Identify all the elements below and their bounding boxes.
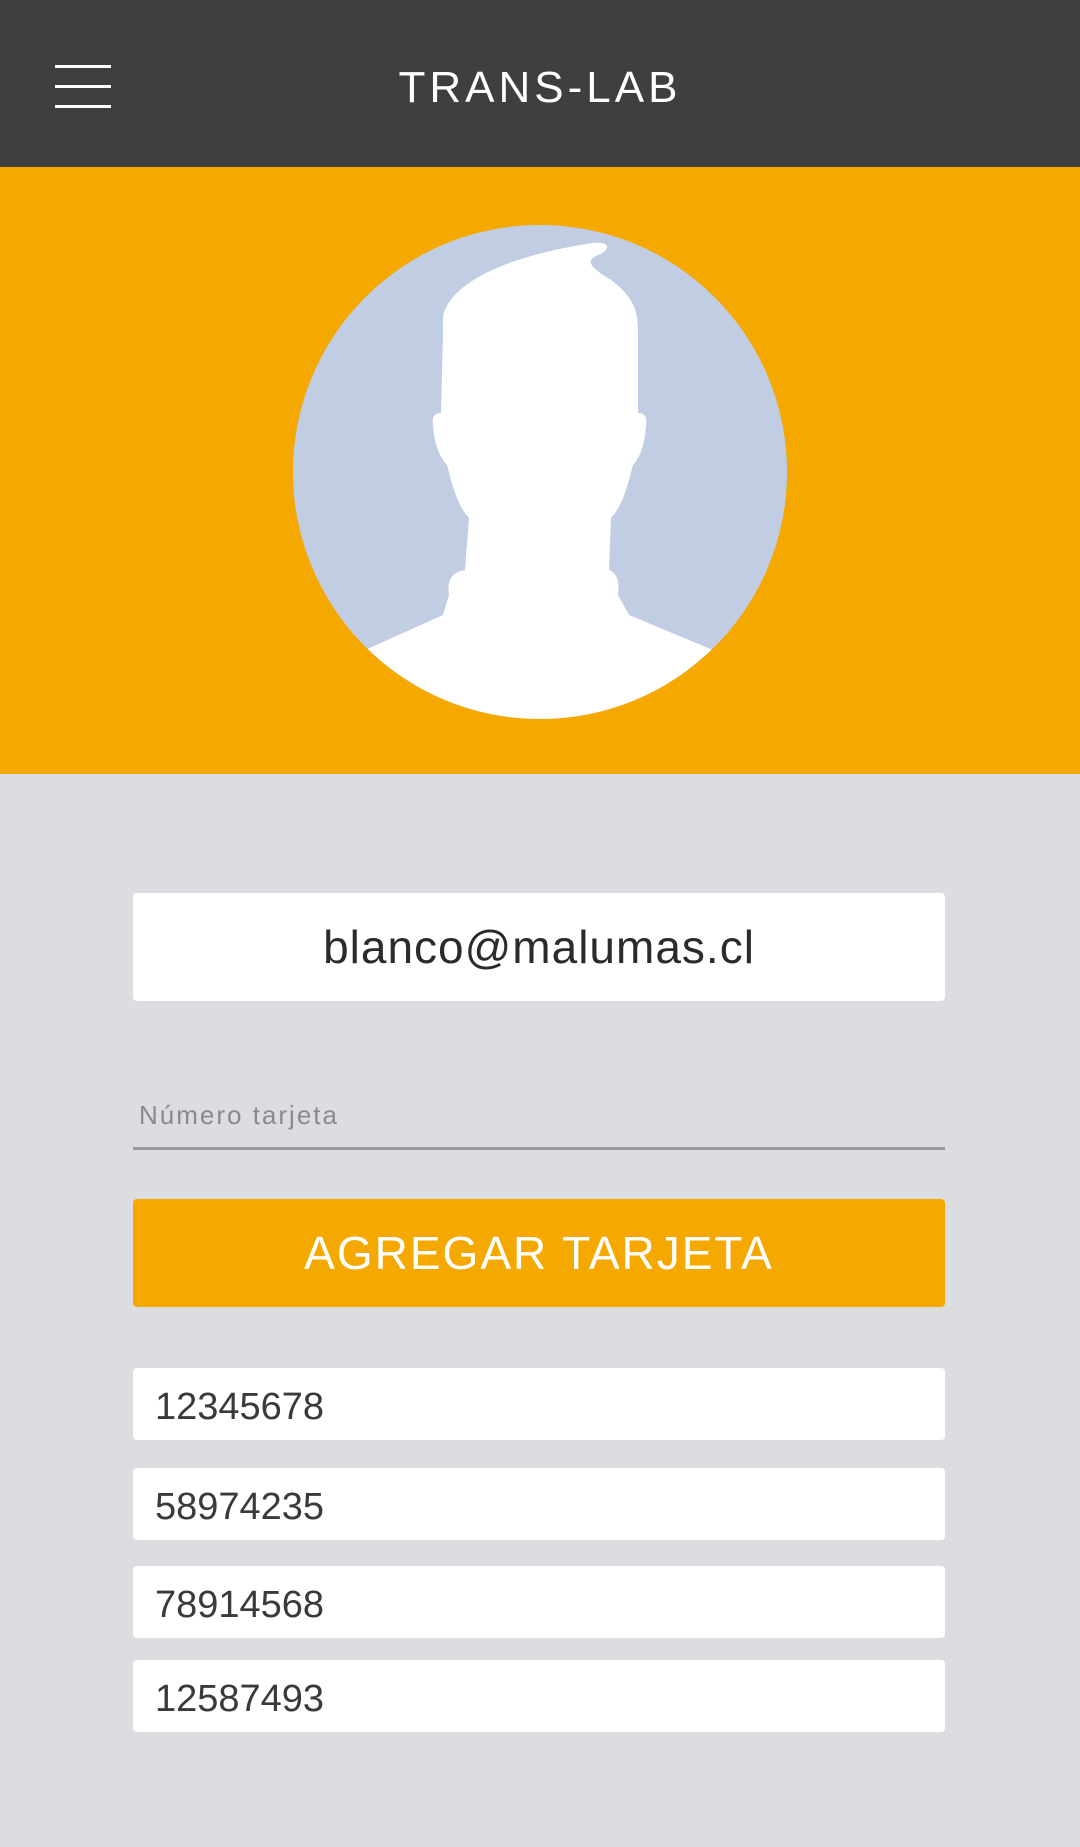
card-list-item[interactable]: 58974235 — [133, 1468, 945, 1540]
card-number-input[interactable] — [133, 1083, 945, 1147]
card-list-item[interactable]: 12587493 — [133, 1660, 945, 1732]
app-title: TRANS-LAB — [398, 63, 682, 112]
app-bar: TRANS-LAB — [0, 0, 1080, 167]
add-card-button[interactable]: AGREGAR TARJETA — [133, 1199, 945, 1307]
user-email: blanco@malumas.cl — [133, 893, 945, 1001]
user-avatar-icon — [293, 225, 787, 719]
avatar-silhouette — [293, 225, 787, 719]
card-list-item[interactable]: 78914568 — [133, 1566, 945, 1638]
card-number-field-wrapper — [133, 1083, 945, 1150]
profile-header — [0, 167, 1080, 774]
card-list-item[interactable]: 12345678 — [133, 1368, 945, 1440]
